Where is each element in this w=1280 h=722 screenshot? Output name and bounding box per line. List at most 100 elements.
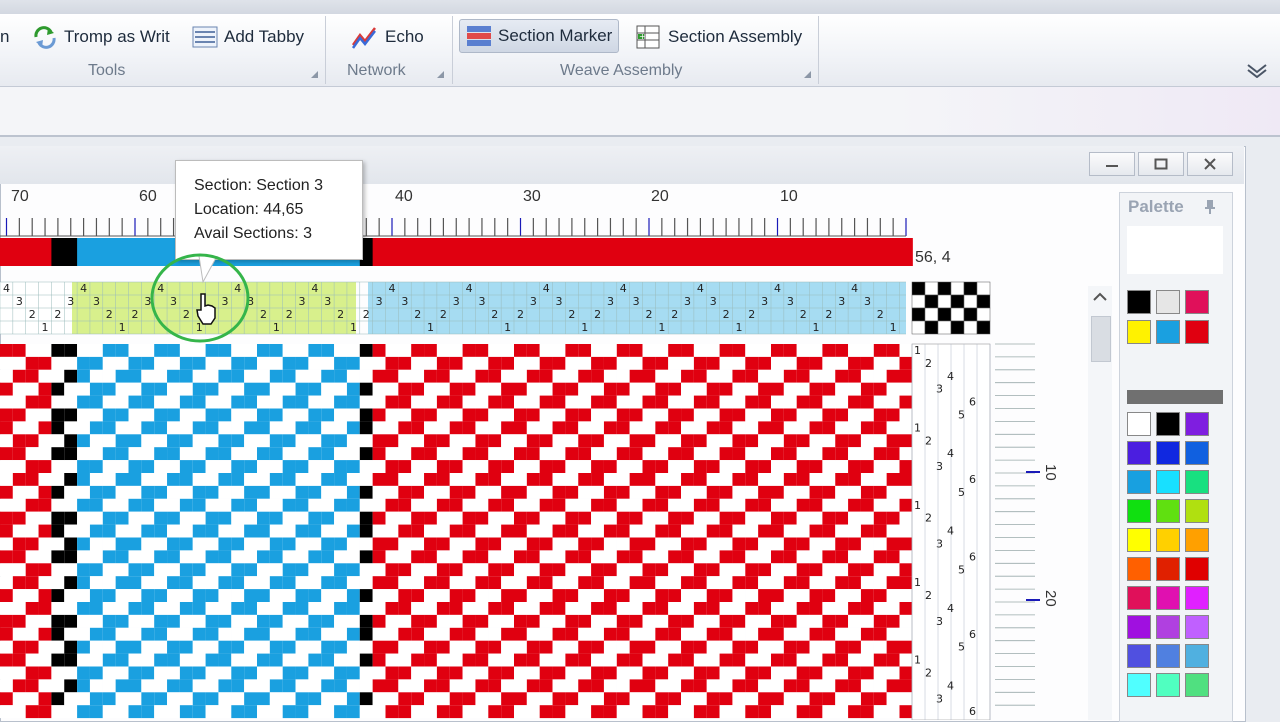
color-swatch[interactable]	[1185, 499, 1209, 523]
color-swatch[interactable]	[1156, 499, 1180, 523]
drawdown-cell	[706, 498, 720, 512]
ribbon-collapse-icon[interactable]	[1246, 62, 1268, 78]
drawdown-cell	[706, 602, 720, 615]
drawdown-cell	[488, 640, 502, 654]
cutoff-button[interactable]: n	[0, 22, 15, 52]
threading-number: 2	[877, 308, 884, 321]
drawdown-cell	[591, 640, 604, 654]
color-swatch[interactable]	[1185, 557, 1209, 581]
color-swatch[interactable]	[1127, 586, 1151, 610]
drawdown-cell	[629, 447, 643, 461]
color-swatch[interactable]	[1185, 441, 1209, 465]
minimize-button[interactable]	[1089, 152, 1135, 176]
drawdown-cell	[231, 563, 245, 577]
section-marker-button[interactable]: Section Marker	[459, 19, 620, 53]
close-button[interactable]	[1187, 152, 1233, 176]
drawdown-cell	[359, 382, 373, 396]
color-swatch[interactable]	[1185, 470, 1209, 494]
drawdown-cell	[359, 653, 373, 667]
drawdown-cell	[308, 434, 322, 448]
color-swatch[interactable]	[1127, 673, 1151, 697]
color-swatch[interactable]	[1156, 644, 1180, 668]
color-swatch[interactable]	[1156, 557, 1180, 581]
color-swatch[interactable]	[1127, 557, 1151, 581]
drawdown-cell	[616, 705, 630, 719]
add-tabby-button[interactable]: Add Tabby	[186, 22, 310, 52]
weave-assembly-launcher-icon[interactable]	[804, 71, 811, 78]
vertical-scrollbar[interactable]	[1088, 286, 1112, 720]
drawdown-cell	[12, 473, 26, 486]
scrollbar-thumb[interactable]	[1091, 316, 1111, 362]
drawdown-cell	[102, 395, 116, 409]
drawdown-cell	[706, 369, 720, 383]
drawdown-cell	[526, 563, 540, 577]
drawdown-cell	[848, 395, 861, 409]
drawdown-cell	[681, 589, 694, 602]
scroll-up-icon[interactable]	[1088, 286, 1112, 308]
color-swatch[interactable]	[1156, 586, 1180, 610]
maximize-button[interactable]	[1138, 152, 1184, 176]
color-swatch[interactable]	[1156, 673, 1180, 697]
drawdown-cell	[167, 679, 180, 693]
echo-button[interactable]: Echo	[345, 22, 430, 52]
drawdown-cell	[244, 627, 257, 641]
drawdown-cell	[179, 589, 193, 602]
pin-icon[interactable]	[1203, 199, 1217, 215]
color-swatch[interactable]	[1185, 586, 1209, 610]
drawdown-cell	[860, 576, 874, 590]
color-swatch[interactable]	[1185, 528, 1209, 552]
tromp-as-writ-button[interactable]: Tromp as Writ	[26, 22, 176, 52]
drawdown-cell	[848, 421, 861, 435]
drawdown-cell	[706, 356, 720, 370]
drawdown-cell	[552, 653, 566, 667]
color-swatch[interactable]	[1127, 644, 1151, 668]
color-swatch[interactable]	[1127, 290, 1151, 314]
color-swatch[interactable]	[1156, 528, 1180, 552]
color-swatch[interactable]	[1185, 615, 1209, 639]
ribbon: n Tromp as Writ Add Tabby Echo Section M…	[0, 14, 1280, 87]
drawdown-cell	[629, 692, 643, 706]
drawdown-cell	[642, 369, 656, 383]
color-swatch[interactable]	[1185, 412, 1209, 436]
color-swatch[interactable]	[1185, 673, 1209, 697]
color-swatch[interactable]	[1127, 499, 1151, 523]
drawdown-cell	[860, 589, 874, 602]
ribbon-separator	[818, 16, 819, 84]
tools-launcher-icon[interactable]	[311, 71, 318, 78]
drawdown-cell	[501, 498, 514, 512]
drawdown-cell	[514, 485, 527, 499]
color-swatch[interactable]	[1156, 412, 1180, 436]
drawdown-cell	[668, 640, 682, 654]
color-swatch[interactable]	[1156, 615, 1180, 639]
drawdown-cell	[269, 640, 283, 654]
drawdown-cell	[475, 692, 489, 706]
color-swatch[interactable]	[1127, 320, 1151, 344]
drawdown-cell	[809, 705, 823, 719]
drawdown-cell	[102, 473, 116, 486]
drawdown-cell	[526, 408, 540, 422]
drawdown-cell	[835, 369, 849, 383]
color-swatch[interactable]	[1156, 320, 1180, 344]
color-swatch[interactable]	[1156, 441, 1180, 465]
drawdown-cell	[295, 356, 309, 370]
warp-color-cell	[629, 238, 643, 266]
color-swatch[interactable]	[1127, 615, 1151, 639]
color-swatch[interactable]	[1185, 644, 1209, 668]
color-swatch[interactable]	[1127, 441, 1151, 465]
color-swatch[interactable]	[1127, 528, 1151, 552]
color-swatch[interactable]	[1185, 290, 1209, 314]
drawdown-cell	[25, 344, 39, 357]
section-assembly-button[interactable]: + Section Assembly	[630, 22, 808, 52]
network-launcher-icon[interactable]	[437, 71, 444, 78]
color-swatch[interactable]	[1127, 412, 1151, 436]
color-swatch[interactable]	[1185, 320, 1209, 344]
drawdown-cell	[719, 473, 733, 486]
drawdown-cell	[899, 640, 913, 654]
color-swatch[interactable]	[1127, 470, 1151, 494]
color-swatch[interactable]	[1156, 470, 1180, 494]
drawdown-cell	[796, 447, 810, 461]
drawdown-cell	[719, 498, 733, 512]
treadling-number: 4	[947, 602, 954, 615]
color-swatch[interactable]	[1156, 290, 1180, 314]
drawdown-cell	[167, 485, 180, 499]
